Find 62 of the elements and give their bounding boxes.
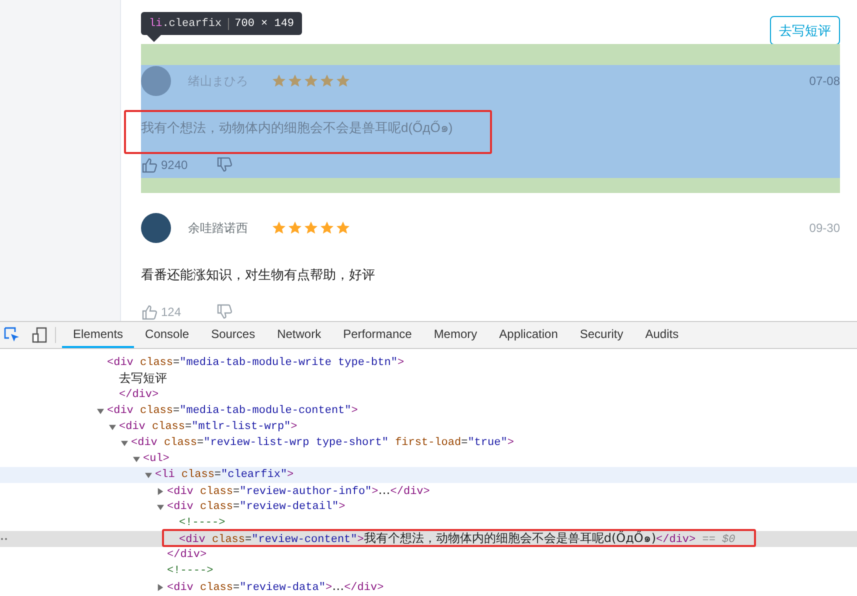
expanded-triangle-icon[interactable] bbox=[157, 504, 164, 510]
devtools-tab[interactable]: Security bbox=[568, 322, 634, 348]
code-line[interactable]: <ul> bbox=[143, 451, 170, 467]
star-icon bbox=[272, 74, 286, 88]
tooltip-tag: li bbox=[149, 18, 162, 30]
review-date: 07-08 bbox=[809, 74, 840, 88]
code-line[interactable]: <div class="review-detail"> bbox=[167, 499, 346, 515]
code-line[interactable]: <div class="media-tab-module-content"> bbox=[107, 403, 358, 419]
star-icon bbox=[288, 221, 302, 235]
devtools-tab[interactable]: Elements bbox=[62, 322, 134, 348]
author-name[interactable]: 余哇踏诺西 bbox=[188, 220, 272, 236]
star-icon bbox=[288, 74, 302, 88]
star-icon bbox=[336, 74, 350, 88]
code-line[interactable]: <div class="review-data">…</div> bbox=[167, 578, 384, 596]
expanded-triangle-icon[interactable] bbox=[121, 440, 128, 446]
devtools-tab[interactable]: Application bbox=[488, 322, 569, 348]
like-count: 124 bbox=[161, 305, 182, 319]
code-line[interactable]: 去写短评 bbox=[119, 370, 167, 388]
device-toggle-icon[interactable] bbox=[31, 326, 49, 344]
star-icon bbox=[272, 221, 286, 235]
devtools-tab[interactable]: Memory bbox=[422, 322, 488, 348]
star-icon bbox=[304, 74, 318, 88]
star-icon bbox=[336, 221, 350, 235]
devtools-tab[interactable]: Network bbox=[266, 322, 332, 348]
thumbs-up-icon[interactable] bbox=[141, 304, 157, 320]
thumbs-down-icon[interactable] bbox=[216, 157, 232, 173]
thumbs-up-icon[interactable] bbox=[141, 157, 157, 173]
review-date: 09-30 bbox=[809, 221, 840, 235]
devtools-tab[interactable]: Audits bbox=[634, 322, 690, 348]
thumbs-down-icon[interactable] bbox=[216, 304, 232, 320]
selected-row[interactable]: <div class="review-content">我有个想法，动物体内的细胞会不会是兽耳呢d(ŐдŐ๑)</div> == $0 bbox=[0, 531, 857, 547]
code-line[interactable]: </div> bbox=[167, 547, 207, 563]
expanded-triangle-icon[interactable] bbox=[109, 424, 116, 430]
avatar bbox=[141, 213, 171, 243]
star-icon bbox=[320, 221, 334, 235]
collapsed-triangle-icon[interactable] bbox=[157, 584, 164, 590]
devtools-tab[interactable]: Console bbox=[134, 322, 200, 348]
review-text: 看番还能涨知识，对生物有点帮助，好评 bbox=[141, 266, 375, 284]
expanded-triangle-icon[interactable] bbox=[97, 408, 104, 414]
code-line[interactable]: <div class="media-tab-module-write type-btn"> bbox=[107, 355, 404, 371]
code-line[interactable]: <!----> bbox=[179, 515, 226, 531]
collapsed-triangle-icon[interactable] bbox=[157, 488, 164, 494]
star-icon bbox=[304, 221, 318, 235]
code-line[interactable]: <li class="clearfix"> bbox=[155, 467, 294, 483]
code-line[interactable]: <div class="mtlr-list-wrp"> bbox=[119, 419, 298, 435]
tooltip-class: .clearfix bbox=[162, 18, 222, 30]
star-icon bbox=[320, 74, 334, 88]
tooltip-size: 700 × 149 bbox=[228, 18, 294, 30]
code-line[interactable]: <div class="review-list-wrp type-short" first-load="true"> bbox=[131, 435, 514, 451]
review-text: 我有个想法，动物体内的细胞会不会是兽耳呢d(ŐдŐ๑) bbox=[141, 119, 453, 137]
hovered-row[interactable]: <li class="clearfix"> bbox=[0, 467, 857, 483]
avatar bbox=[141, 66, 171, 96]
devtools-tab[interactable]: Performance bbox=[332, 322, 423, 348]
expanded-triangle-icon[interactable] bbox=[145, 472, 152, 478]
code-line[interactable]: </div> bbox=[119, 387, 159, 403]
code-line[interactable]: <div class="review-author-info">…</div> bbox=[167, 482, 430, 500]
like-count: 9240 bbox=[161, 158, 189, 172]
devtools-tab[interactable]: Sources bbox=[200, 322, 266, 348]
code-line[interactable]: <div class="review-content">我有个想法，动物体内的细胞会不会是兽耳呢d(ŐдŐ๑)</div> == $0 bbox=[179, 530, 736, 548]
expanded-triangle-icon[interactable] bbox=[133, 456, 140, 462]
code-line[interactable]: <!----> bbox=[167, 563, 214, 579]
inspect-icon[interactable] bbox=[3, 326, 21, 344]
